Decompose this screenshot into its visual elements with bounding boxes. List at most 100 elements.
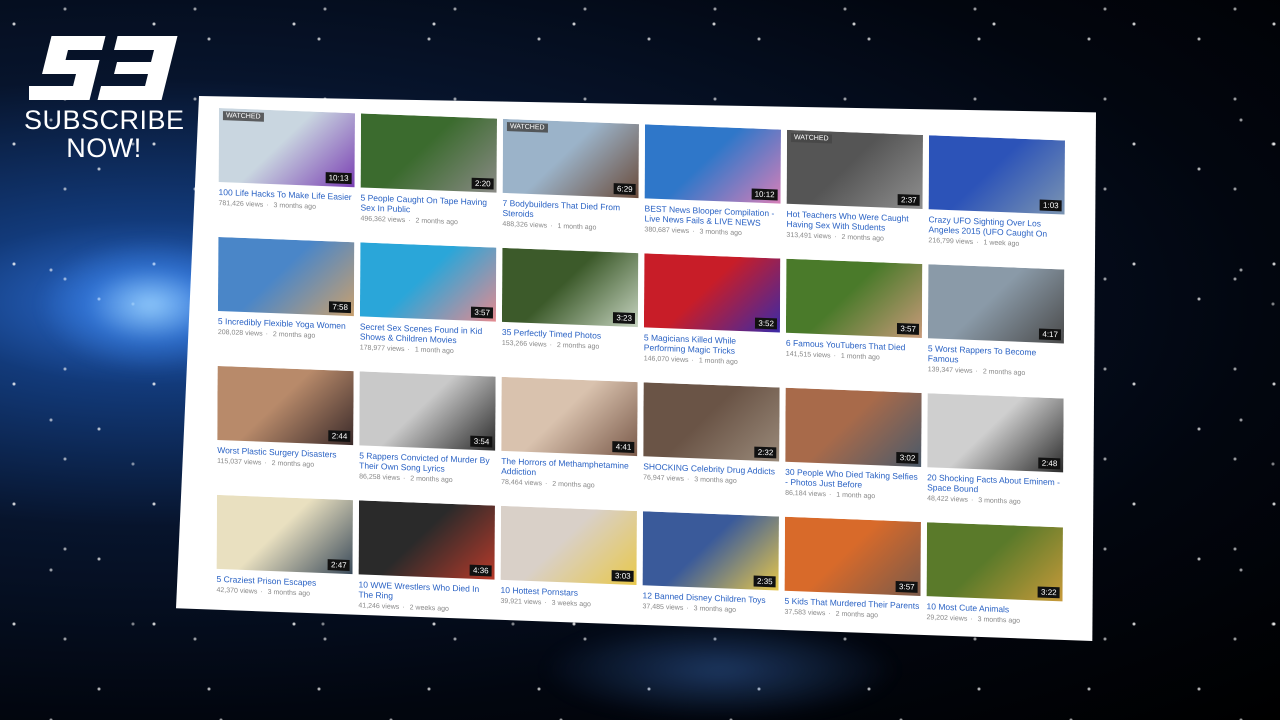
video-title[interactable]: Crazy UFO Sighting Over Los Angeles 2015… [928, 214, 1064, 239]
video-card[interactable]: 3:02 30 People Who Died Taking Selfies -… [785, 387, 922, 516]
duration-badge: 7:58 [329, 301, 352, 314]
video-thumbnail[interactable]: 3:57 [784, 516, 921, 596]
video-card[interactable]: 2:20 5 People Caught On Tape Having Sex … [360, 113, 497, 241]
meta-separator: · [686, 475, 690, 484]
video-thumbnail[interactable]: 2:44 [217, 365, 354, 446]
video-thumbnail[interactable]: WATCHED 2:37 [786, 129, 923, 210]
video-thumbnail[interactable]: 2:35 [642, 511, 779, 591]
video-title[interactable]: 20 Shocking Facts About Eminem - Space B… [927, 472, 1063, 497]
video-thumbnail[interactable]: 3:03 [500, 505, 637, 586]
video-thumbnail[interactable]: 3:57 [359, 242, 497, 322]
video-card[interactable]: 4:36 10 WWE Wrestlers Who Died In The Ri… [358, 500, 495, 628]
meta-separator: · [260, 588, 263, 596]
video-thumbnail[interactable]: 2:20 [360, 113, 497, 193]
duration-badge: 3:03 [612, 570, 634, 582]
video-title[interactable]: 10 WWE Wrestlers Who Died In The Ring [358, 579, 494, 604]
upload-age: 3 months ago [694, 476, 737, 485]
duration-badge: 2:37 [898, 194, 920, 206]
channel-logo[interactable]: S3 SUBSCRIBE NOW! [24, 30, 184, 162]
view-count: 37,583 views [784, 608, 826, 618]
video-thumbnail[interactable]: 1:03 [928, 135, 1065, 215]
video-thumbnail[interactable]: 3:54 [359, 371, 496, 451]
video-card[interactable]: 2:32 SHOCKING Celebrity Drug Addicts 76,… [643, 382, 780, 510]
video-thumbnail[interactable]: 4:41 [501, 376, 638, 457]
watched-badge: WATCHED [506, 122, 548, 133]
upload-age: 3 months ago [267, 588, 311, 598]
video-card[interactable]: 4:41 The Horrors of Methamphetamine Addi… [501, 376, 638, 505]
video-card[interactable]: 3:52 5 Magicians Killed While Performing… [644, 253, 781, 381]
video-card[interactable]: 3:57 Secret Sex Scenes Found in Kid Show… [360, 242, 497, 370]
meta-separator: · [692, 228, 695, 236]
video-thumbnail[interactable]: 2:47 [216, 494, 353, 575]
video-thumbnail[interactable]: 3:57 [785, 258, 923, 339]
video-title[interactable]: 5 Rappers Convicted of Murder By Their O… [359, 450, 495, 475]
video-thumbnail[interactable]: 3:02 [785, 387, 922, 467]
upload-age: 3 months ago [693, 605, 737, 614]
meta-separator: · [402, 604, 405, 612]
video-card[interactable]: WATCHED 6:29 7 Bodybuilders That Died Fr… [502, 118, 639, 247]
video-card[interactable]: 10:12 BEST News Blooper Compilation - Li… [644, 124, 781, 252]
video-thumbnail[interactable]: 2:32 [643, 382, 780, 462]
video-thumbnail[interactable]: 3:22 [926, 522, 1063, 602]
upload-age: 3 months ago [977, 616, 1021, 625]
video-card[interactable]: 3:57 6 Famous YouTubers That Died 141,51… [785, 258, 923, 387]
meta-separator: · [407, 346, 410, 354]
video-title[interactable]: Secret Sex Scenes Found in Kid Shows & C… [360, 321, 496, 346]
video-title[interactable]: 5 Worst Rappers To Become Famous [928, 343, 1064, 368]
video-thumbnail[interactable]: 2:48 [927, 393, 1064, 473]
upload-age: 2 months ago [415, 217, 458, 227]
duration-badge: 3:57 [896, 581, 918, 593]
view-count: 208,028 views [217, 328, 263, 338]
video-thumbnail[interactable]: 4:17 [927, 264, 1065, 344]
video-card[interactable]: 2:35 12 Banned Disney Children Toys 37,4… [642, 511, 779, 639]
duration-badge: 2:20 [472, 177, 494, 190]
video-title[interactable]: BEST News Blooper Compilation - Live New… [644, 203, 780, 228]
video-title[interactable]: Hot Teachers Who Were Caught Having Sex … [786, 209, 922, 234]
subscribe-line2: NOW! [66, 133, 142, 163]
upload-age: 1 month ago [840, 352, 880, 362]
video-card[interactable]: 2:47 5 Craziest Prison Escapes 42,370 vi… [216, 494, 353, 623]
video-title[interactable]: 5 People Caught On Tape Having Sex In Pu… [360, 192, 496, 217]
video-thumbnail[interactable]: 4:36 [358, 500, 495, 580]
video-card[interactable]: 3:57 5 Kids That Murdered Their Parents … [784, 516, 921, 641]
watched-badge: WATCHED [222, 111, 264, 122]
video-thumbnail[interactable]: 10:12 [644, 124, 781, 204]
video-card[interactable]: 3:23 35 Perfectly Timed Photos 153,266 v… [501, 247, 639, 376]
video-card[interactable]: 7:58 5 Incredibly Flexible Yoga Women 20… [217, 236, 355, 365]
video-thumbnail[interactable]: 3:23 [501, 247, 639, 328]
video-card[interactable]: 3:03 10 Hottest Pornstars 39,921 views · … [500, 505, 637, 634]
meta-separator: · [828, 610, 831, 618]
meta-separator: · [975, 368, 978, 376]
duration-badge: 4:17 [1039, 328, 1061, 341]
meta-separator: · [833, 352, 836, 360]
duration-badge: 3:57 [897, 323, 920, 335]
video-title[interactable]: 7 Bodybuilders That Died From Steroids [502, 198, 638, 223]
video-thumbnail[interactable]: WATCHED 6:29 [502, 118, 639, 199]
video-thumbnail[interactable]: 3:52 [643, 253, 781, 333]
video-title[interactable]: The Horrors of Methamphetamine Addiction [501, 456, 637, 481]
upload-age: 1 week ago [983, 239, 1020, 248]
video-thumbnail[interactable]: WATCHED 10:13 [218, 108, 355, 188]
video-card[interactable]: WATCHED 10:13 100 Life Hacks To Make Lif… [218, 108, 355, 236]
video-title[interactable]: 5 Magicians Killed While Performing Magi… [644, 332, 780, 357]
video-card[interactable]: 3:54 5 Rappers Convicted of Murder By Th… [359, 371, 496, 499]
duration-badge: 10:13 [325, 172, 352, 185]
view-count: 216,799 views [928, 237, 974, 246]
meta-separator: · [265, 330, 268, 338]
video-card[interactable]: 2:48 20 Shocking Facts About Eminem - Sp… [927, 393, 1064, 521]
meta-separator: · [976, 239, 979, 247]
subscribe-line1: SUBSCRIBE [24, 105, 185, 135]
upload-age: 1 month ago [836, 491, 876, 501]
view-count: 76,947 views [643, 474, 685, 483]
video-card[interactable]: 4:17 5 Worst Rappers To Become Famous 13… [928, 264, 1065, 392]
video-card[interactable]: WATCHED 2:37 Hot Teachers Who Were Caugh… [786, 129, 923, 258]
meta-separator: · [691, 357, 694, 365]
upload-age: 2 months ago [272, 331, 316, 340]
video-card[interactable]: 3:22 10 Most Cute Animals 29,202 views · … [926, 522, 1063, 641]
video-card[interactable]: 1:03 Crazy UFO Sighting Over Los Angeles… [928, 135, 1065, 263]
video-thumbnail[interactable]: 7:58 [217, 236, 355, 317]
video-card[interactable]: 2:44 Worst Plastic Surgery Disasters 115… [217, 365, 354, 494]
meta-separator: · [550, 222, 553, 230]
video-title[interactable]: 30 People Who Died Taking Selfies - Phot… [785, 467, 921, 492]
s3-logo-icon: S3 [29, 36, 178, 100]
